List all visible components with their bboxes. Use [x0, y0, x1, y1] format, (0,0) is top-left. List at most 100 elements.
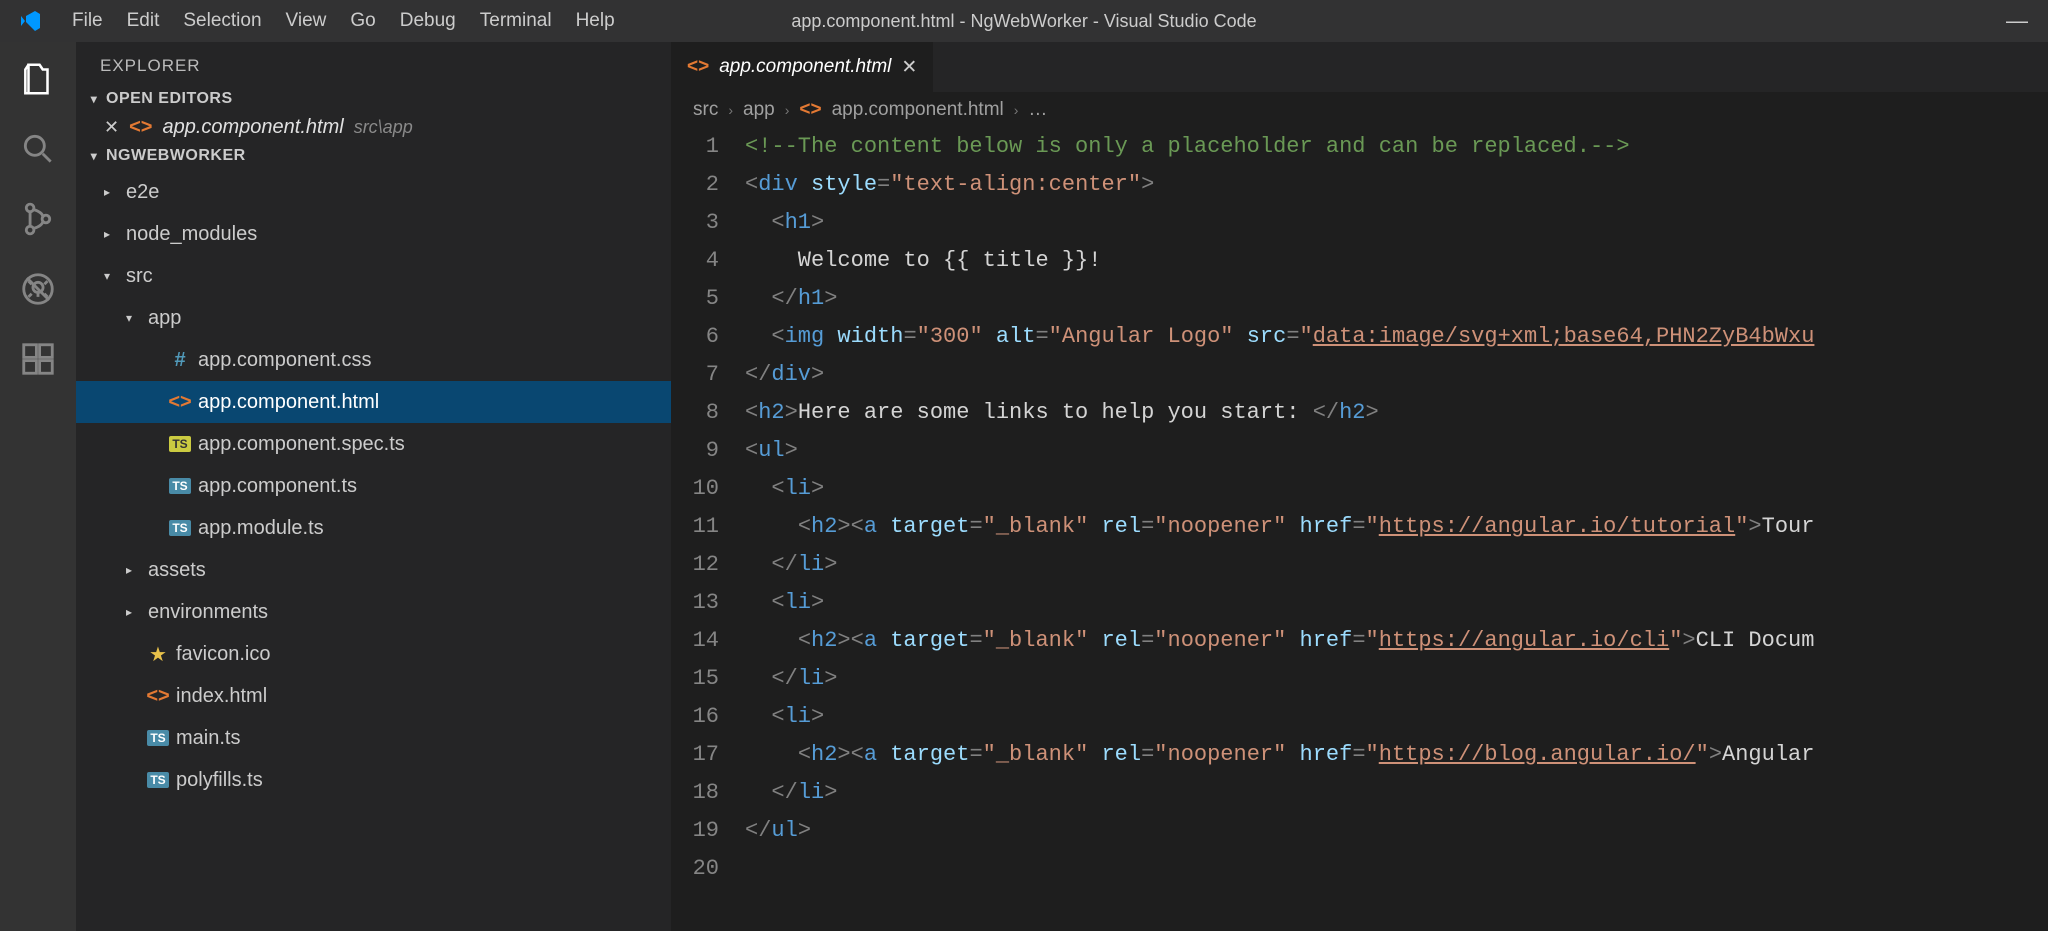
close-icon[interactable]: ✕	[104, 117, 119, 138]
close-icon[interactable]: ✕	[901, 56, 917, 79]
menu-debug[interactable]: Debug	[388, 6, 468, 36]
code-line[interactable]: </li>	[745, 774, 2048, 812]
line-number: 12	[671, 546, 719, 584]
tree-label: app.component.spec.ts	[198, 433, 405, 456]
css-file-icon: #	[170, 349, 190, 372]
open-editor-item[interactable]: ✕ <> app.component.html src\app	[76, 112, 671, 143]
tree-file[interactable]: # app.component.css	[76, 339, 671, 381]
menu-edit[interactable]: Edit	[115, 6, 172, 36]
tree-file[interactable]: <>app.component.html	[76, 381, 671, 423]
line-number: 11	[671, 508, 719, 546]
line-number: 17	[671, 736, 719, 774]
html-file-icon: <>	[799, 99, 821, 121]
tree-label: index.html	[176, 685, 267, 708]
menu-help[interactable]: Help	[564, 6, 627, 36]
minimize-icon[interactable]: —	[2006, 8, 2028, 34]
chevron-right-icon: ›	[728, 102, 733, 118]
tab-app-component-html[interactable]: <> app.component.html ✕	[671, 42, 933, 92]
extensions-icon[interactable]	[19, 340, 57, 378]
code-line[interactable]: </li>	[745, 660, 2048, 698]
menu-terminal[interactable]: Terminal	[468, 6, 564, 36]
code-line[interactable]: </h1>	[745, 280, 2048, 318]
code-line[interactable]: <h2><a target="_blank" rel="noopener" hr…	[745, 508, 2048, 546]
menu-file[interactable]: File	[60, 6, 115, 36]
tree-folder[interactable]: ▾src	[76, 255, 671, 297]
open-editor-filename: app.component.html	[162, 116, 343, 139]
window-title: app.component.html - NgWebWorker - Visua…	[791, 11, 1256, 32]
breadcrumb-segment[interactable]: src	[693, 99, 718, 121]
line-number: 7	[671, 356, 719, 394]
tree-label: polyfills.ts	[176, 769, 263, 792]
tree-file[interactable]: TSpolyfills.ts	[76, 759, 671, 801]
breadcrumb-segment[interactable]: app	[743, 99, 775, 121]
chevron-right-icon: ›	[785, 102, 790, 118]
code-line[interactable]: </div>	[745, 356, 2048, 394]
chevron-right-icon: ›	[1014, 102, 1019, 118]
code-line[interactable]: <ul>	[745, 432, 2048, 470]
line-number: 2	[671, 166, 719, 204]
tree-file[interactable]: TSmain.ts	[76, 717, 671, 759]
code-line[interactable]: <h2><a target="_blank" rel="noopener" hr…	[745, 622, 2048, 660]
menu-view[interactable]: View	[274, 6, 339, 36]
explorer-icon[interactable]	[19, 60, 57, 98]
line-number-gutter: 1234567891011121314151617181920	[671, 128, 745, 931]
tree-folder[interactable]: ▸assets	[76, 549, 671, 591]
code-line[interactable]	[745, 850, 2048, 888]
code-line[interactable]: </ul>	[745, 812, 2048, 850]
favicon-icon: ★	[148, 642, 168, 667]
line-number: 3	[671, 204, 719, 242]
activity-bar	[0, 42, 76, 931]
tree-label: node_modules	[126, 223, 257, 246]
code-body[interactable]: <!--The content below is only a placehol…	[745, 128, 2048, 931]
tree-label: app.component.css	[198, 349, 371, 372]
line-number: 14	[671, 622, 719, 660]
line-number: 15	[671, 660, 719, 698]
line-number: 4	[671, 242, 719, 280]
chevron-down-icon: ▾	[86, 149, 102, 163]
chevron-down-icon: ▾	[126, 311, 140, 325]
html-file-icon: <>	[687, 56, 709, 78]
sidebar-title: EXPLORER	[76, 42, 671, 86]
breadcrumb-segment[interactable]: app.component.html	[832, 99, 1004, 121]
search-icon[interactable]	[19, 130, 57, 168]
tree-file[interactable]: TS app.component.spec.ts	[76, 423, 671, 465]
tree-label: environments	[148, 601, 268, 624]
code-line[interactable]: <div style="text-align:center">	[745, 166, 2048, 204]
tree-file[interactable]: TSapp.module.ts	[76, 507, 671, 549]
tree-folder[interactable]: ▾app	[76, 297, 671, 339]
tree-label: favicon.ico	[176, 643, 271, 666]
source-control-icon[interactable]	[19, 200, 57, 238]
project-header[interactable]: ▾ NGWEBWORKER	[76, 143, 671, 169]
debug-disabled-icon[interactable]	[19, 270, 57, 308]
code-line[interactable]: <li>	[745, 698, 2048, 736]
breadcrumb-segment[interactable]: …	[1028, 99, 1047, 121]
menu-selection[interactable]: Selection	[171, 6, 273, 36]
code-line[interactable]: <img width="300" alt="Angular Logo" src=…	[745, 318, 2048, 356]
tab-label: app.component.html	[719, 56, 891, 78]
tree-folder[interactable]: ▸e2e	[76, 171, 671, 213]
tree-file[interactable]: TSapp.component.ts	[76, 465, 671, 507]
open-editors-header[interactable]: ▾ OPEN EDITORS	[76, 86, 671, 112]
chevron-down-icon: ▾	[86, 92, 102, 106]
window-controls: —	[2006, 8, 2028, 34]
menu-bar: FileEditSelectionViewGoDebugTerminalHelp	[60, 6, 627, 36]
code-line[interactable]: Welcome to {{ title }}!	[745, 242, 2048, 280]
tree-folder[interactable]: ▸environments	[76, 591, 671, 633]
code-line[interactable]: <li>	[745, 584, 2048, 622]
tree-label: src	[126, 265, 153, 288]
code-line[interactable]: <!--The content below is only a placehol…	[745, 128, 2048, 166]
tree-file[interactable]: ★ favicon.ico	[76, 633, 671, 675]
code-line[interactable]: <h2>Here are some links to help you star…	[745, 394, 2048, 432]
code-line[interactable]: </li>	[745, 546, 2048, 584]
breadcrumbs[interactable]: src › app › <> app.component.html › …	[671, 92, 2048, 128]
tree-file[interactable]: <>index.html	[76, 675, 671, 717]
line-number: 9	[671, 432, 719, 470]
tree-label: assets	[148, 559, 206, 582]
menu-go[interactable]: Go	[338, 6, 387, 36]
code-line[interactable]: <h1>	[745, 204, 2048, 242]
code-line[interactable]: <h2><a target="_blank" rel="noopener" hr…	[745, 736, 2048, 774]
tree-folder[interactable]: ▸node_modules	[76, 213, 671, 255]
code-line[interactable]: <li>	[745, 470, 2048, 508]
ts-spec-file-icon: TS	[170, 436, 190, 452]
code-editor[interactable]: 1234567891011121314151617181920 <!--The …	[671, 128, 2048, 931]
